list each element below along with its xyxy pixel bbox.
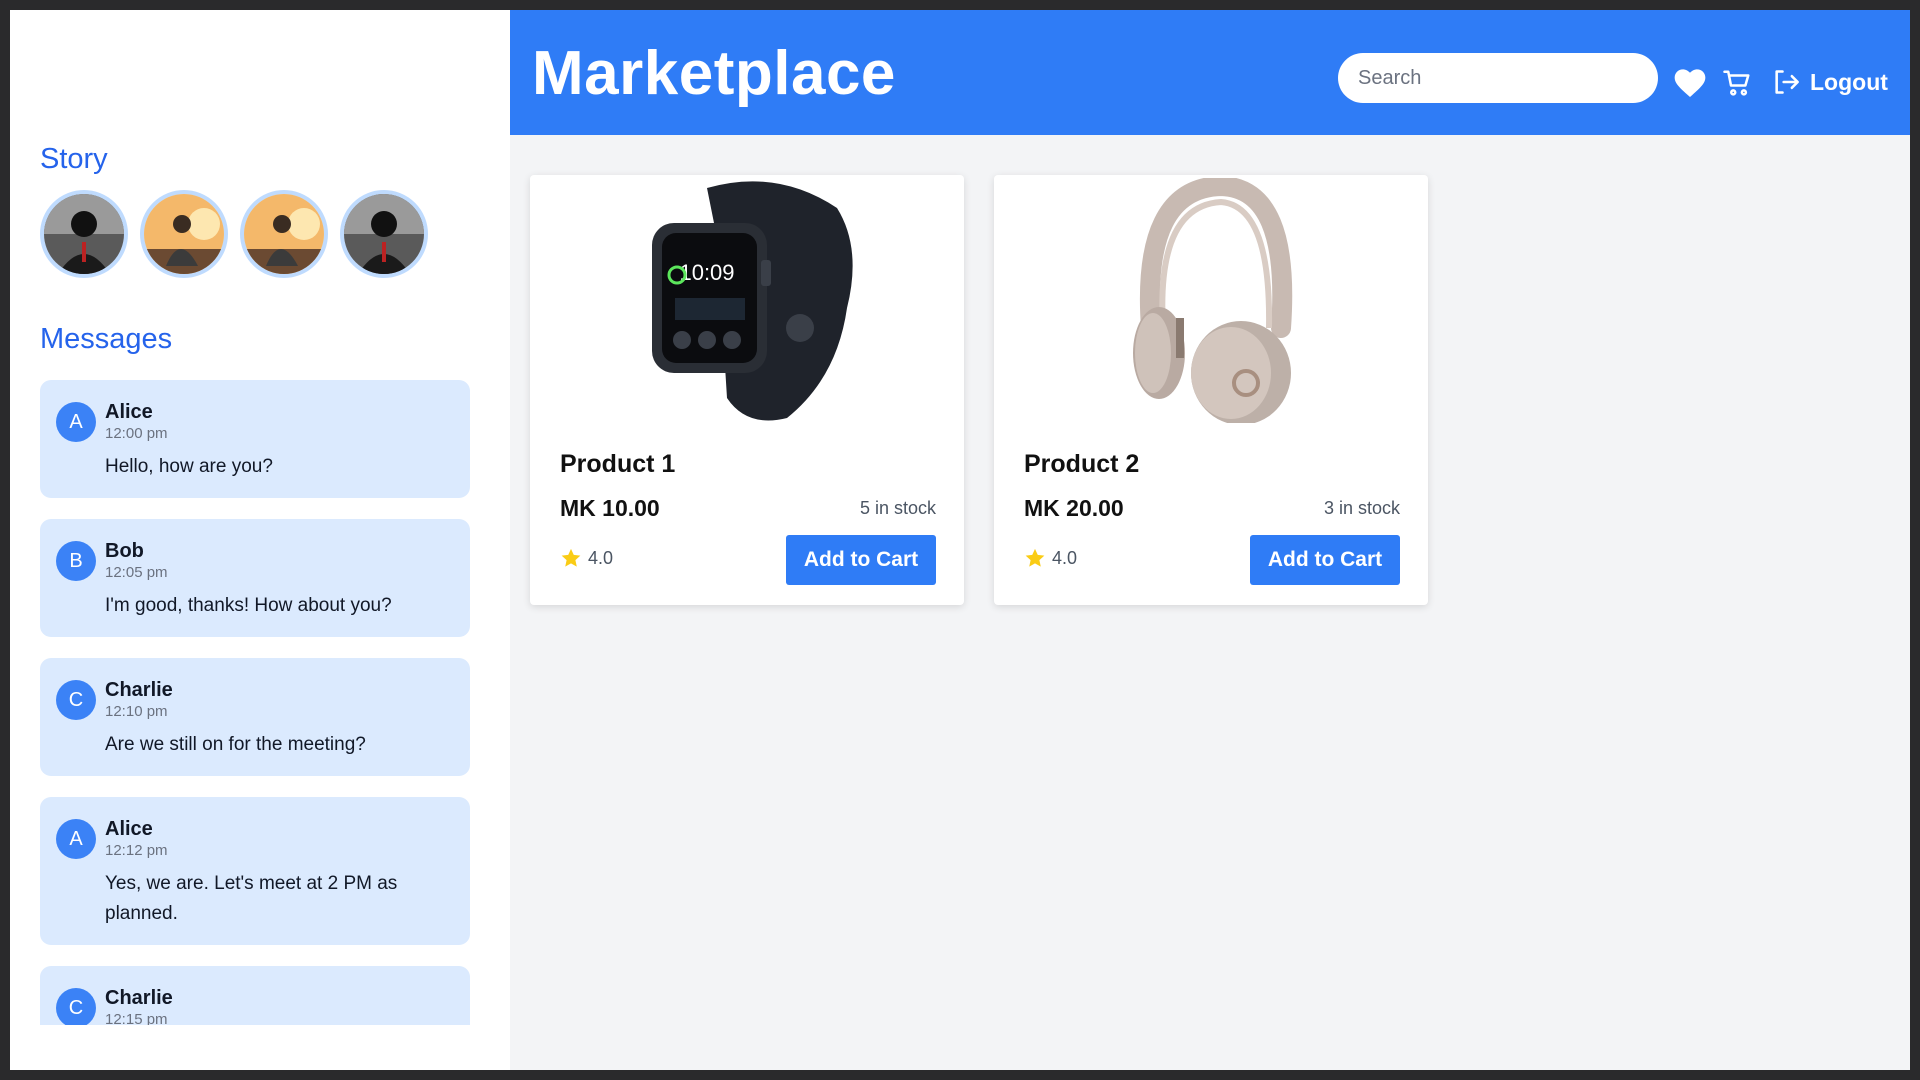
avatar: B bbox=[56, 541, 96, 581]
product-stock: 5 in stock bbox=[859, 498, 936, 518]
avatar: C bbox=[56, 680, 96, 720]
story-avatar[interactable] bbox=[140, 190, 228, 278]
message-time: 12:10 pm bbox=[105, 703, 168, 720]
message-time: 12:05 pm bbox=[105, 564, 168, 581]
message-item[interactable]: A Alice 12:00 pm Hello, how are you? bbox=[40, 380, 470, 498]
logout-label: Logout bbox=[1810, 68, 1888, 95]
message-list[interactable]: A Alice 12:00 pm Hello, how are you? B B… bbox=[40, 380, 470, 1025]
message-item[interactable]: A Alice 12:12 pm Yes, we are. Let's meet… bbox=[40, 797, 470, 945]
product-image-headphones[interactable] bbox=[994, 175, 1428, 425]
rating-value: 4.0 bbox=[588, 547, 614, 568]
story-avatar[interactable] bbox=[40, 190, 128, 278]
logout-icon bbox=[1775, 70, 1799, 94]
avatar: A bbox=[56, 819, 96, 859]
heart-icon[interactable] bbox=[1674, 68, 1706, 98]
top-bar: Marketplace Logout bbox=[510, 10, 1910, 135]
star-icon bbox=[1025, 548, 1045, 567]
product-name[interactable]: Product 1 bbox=[560, 450, 675, 479]
message-time: 12:15 pm bbox=[105, 1011, 168, 1025]
product-image-smartwatch[interactable]: 10:09 bbox=[530, 175, 964, 425]
messages-title: Messages bbox=[40, 323, 173, 355]
product-card[interactable]: 10:09 Product 1 MK 10.00 5 in stock 4.0 … bbox=[530, 175, 964, 605]
message-text: Yes, we are. Let's meet at 2 PM as plann… bbox=[105, 873, 398, 924]
product-rating: 4.0 bbox=[560, 547, 613, 569]
cart-icon[interactable] bbox=[1722, 68, 1752, 98]
app-window: Story Messages A Alice 12:00 pm Hello, h… bbox=[10, 10, 1910, 1070]
avatar: A bbox=[56, 402, 96, 442]
message-time: 12:12 pm bbox=[105, 842, 168, 859]
message-item[interactable]: C Charlie 12:15 pm bbox=[40, 966, 470, 1025]
message-item[interactable]: B Bob 12:05 pm I'm good, thanks! How abo… bbox=[40, 519, 470, 637]
product-stock: 3 in stock bbox=[1323, 498, 1400, 518]
logout-button[interactable]: Logout bbox=[1772, 68, 1888, 96]
message-text: Hello, how are you? bbox=[105, 456, 273, 477]
product-grid: 10:09 Product 1 MK 10.00 5 in stock 4.0 … bbox=[530, 175, 1428, 605]
message-sender: Alice bbox=[105, 401, 153, 423]
message-sender: Alice bbox=[105, 818, 153, 840]
svg-text:10:09: 10:09 bbox=[679, 260, 734, 285]
product-card[interactable]: Product 2 MK 20.00 3 in stock 4.0 Add to… bbox=[994, 175, 1428, 605]
sidebar: Story Messages A Alice 12:00 pm Hello, h… bbox=[10, 10, 510, 1070]
story-avatar[interactable] bbox=[340, 190, 428, 278]
story-list bbox=[40, 190, 428, 278]
search-input[interactable] bbox=[1338, 53, 1658, 103]
message-time: 12:00 pm bbox=[105, 425, 168, 442]
product-rating: 4.0 bbox=[1024, 547, 1077, 569]
story-title: Story bbox=[40, 143, 108, 175]
product-price: MK 20.00 bbox=[1024, 495, 1124, 521]
product-price: MK 10.00 bbox=[560, 495, 660, 521]
message-text: Are we still on for the meeting? bbox=[105, 734, 366, 755]
add-to-cart-button[interactable]: Add to Cart bbox=[786, 535, 936, 585]
product-name[interactable]: Product 2 bbox=[1024, 450, 1139, 479]
rating-value: 4.0 bbox=[1052, 547, 1078, 568]
star-icon bbox=[561, 548, 581, 567]
message-text: I'm good, thanks! How about you? bbox=[105, 595, 392, 616]
message-sender: Charlie bbox=[105, 987, 173, 1009]
message-sender: Charlie bbox=[105, 679, 173, 701]
story-avatar[interactable] bbox=[240, 190, 328, 278]
page-title: Marketplace bbox=[532, 39, 896, 108]
message-item[interactable]: C Charlie 12:10 pm Are we still on for t… bbox=[40, 658, 470, 776]
avatar: C bbox=[56, 988, 96, 1025]
add-to-cart-button[interactable]: Add to Cart bbox=[1250, 535, 1400, 585]
message-sender: Bob bbox=[105, 540, 144, 562]
